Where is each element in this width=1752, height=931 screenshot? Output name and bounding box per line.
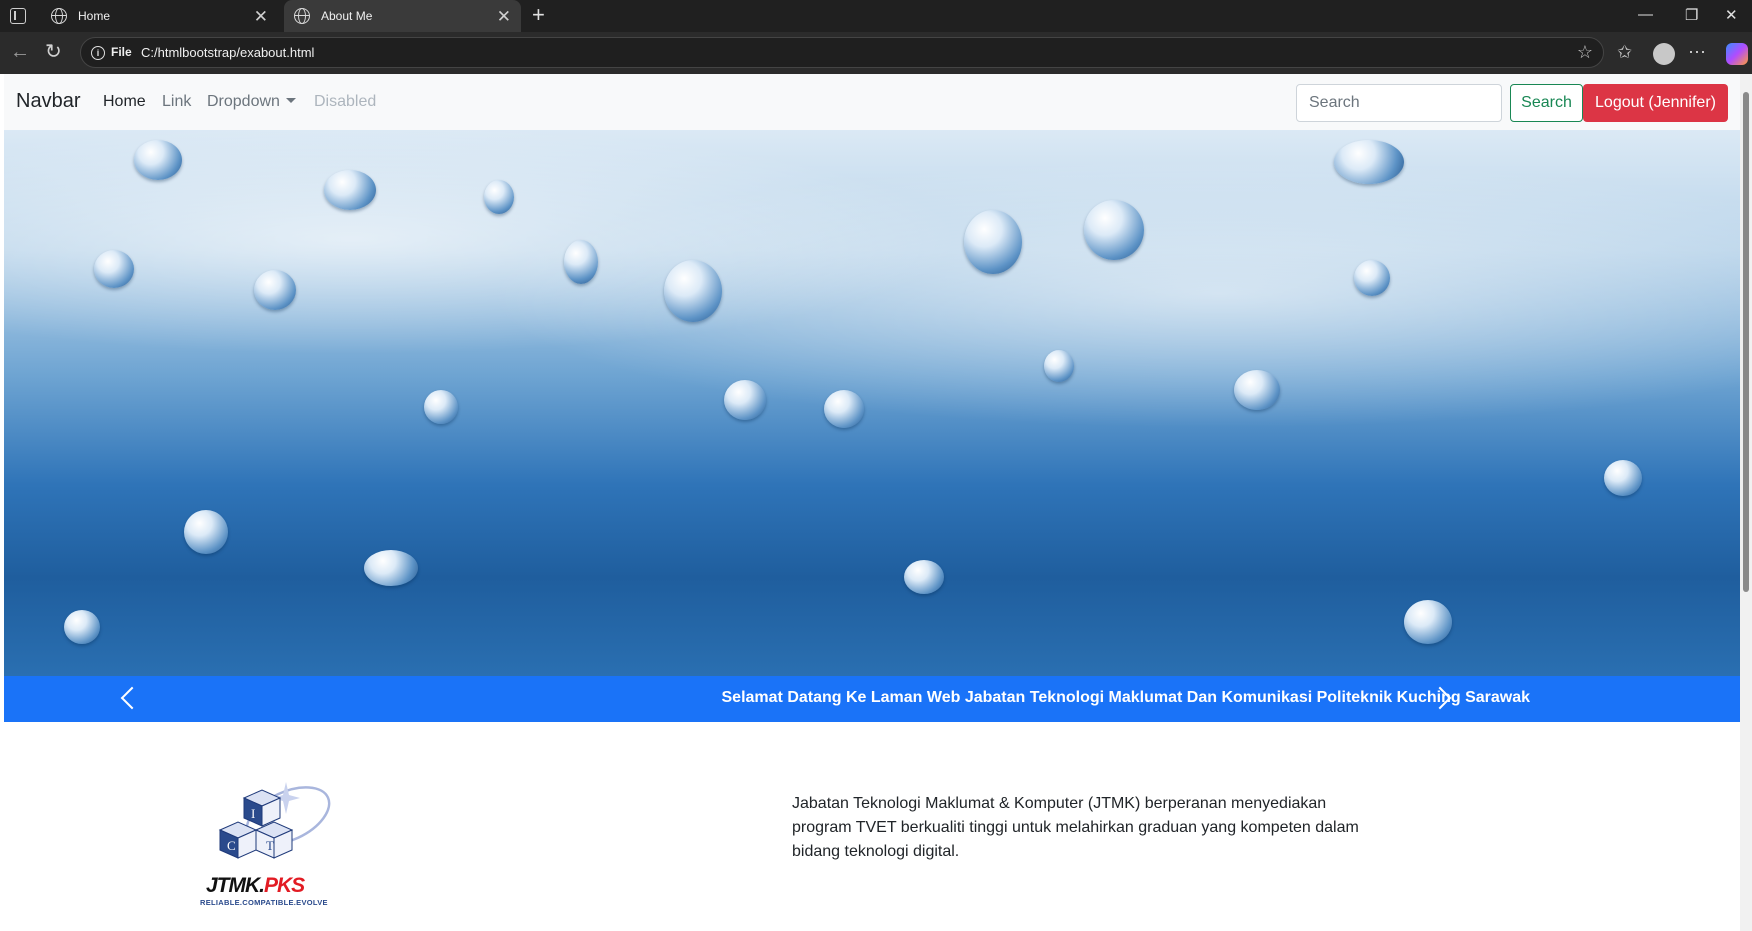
logo-letter: T — [266, 838, 274, 853]
globe-icon — [294, 8, 310, 24]
logo-letter: I — [251, 806, 255, 821]
browser-toolbar: ← ↻ i File C:/htmlbootstrap/exabout.html… — [0, 32, 1752, 74]
logo-tagline: RELIABLE.COMPATIBLE.EVOLVE — [200, 898, 328, 907]
about-description: Jabatan Teknologi Maklumat & Komputer (J… — [792, 795, 1359, 860]
window-close-icon[interactable]: ✕ — [1725, 6, 1738, 24]
logo-wordmark: JTMK.PKS — [206, 874, 305, 897]
logo-letter: C — [227, 838, 236, 853]
carousel-prev-icon[interactable] — [116, 674, 146, 724]
water-droplet — [1354, 260, 1390, 296]
carousel-next-icon[interactable] — [1430, 674, 1460, 724]
scheme-label: File — [111, 45, 132, 59]
water-droplet — [484, 180, 514, 214]
copilot-icon[interactable] — [1726, 43, 1748, 65]
jtmk-logo: I C T JTMK.PKS RELIABLE.COMPATIBLE.EVOLV… — [200, 778, 340, 908]
minimize-icon[interactable]: — — [1638, 6, 1653, 23]
navbar-brand[interactable]: Navbar — [16, 90, 80, 113]
water-droplet — [824, 390, 864, 428]
more-options-icon[interactable]: ⋯ — [1688, 42, 1706, 62]
favorites-icon[interactable]: ✩ — [1617, 42, 1632, 62]
water-droplet — [254, 270, 296, 310]
water-droplet — [64, 610, 100, 644]
tab-title: About Me — [321, 9, 373, 23]
water-droplet — [184, 510, 228, 554]
browser-tab-strip: Home ✕ About Me ✕ + — ❐ ✕ — [0, 0, 1752, 32]
water-droplet — [1334, 140, 1404, 184]
search-button[interactable]: Search — [1510, 84, 1583, 122]
page-scrollbar[interactable] — [1740, 74, 1752, 931]
nav-link-disabled: Disabled — [314, 93, 377, 110]
water-droplet — [564, 240, 598, 284]
carousel-caption: Selamat Datang Ke Laman Web Jabatan Tekn… — [721, 689, 1531, 706]
ict-cubes-icon: I C T — [218, 782, 331, 859]
scrollbar-thumb[interactable] — [1743, 92, 1749, 592]
water-droplet — [964, 210, 1022, 274]
tab-actions-menu-icon[interactable] — [10, 8, 26, 24]
caret-down-icon — [285, 98, 296, 103]
carousel-caption-band: Selamat Datang Ke Laman Web Jabatan Tekn… — [4, 676, 1740, 722]
address-bar[interactable]: i File C:/htmlbootstrap/exabout.html ☆ — [80, 37, 1604, 68]
navbar: Navbar Home Link Dropdown Disabled Searc… — [4, 74, 1740, 130]
globe-icon — [51, 8, 67, 24]
tab-home[interactable]: Home ✕ — [41, 0, 278, 32]
close-icon[interactable]: ✕ — [497, 8, 511, 25]
nav-link-link[interactable]: Link — [162, 93, 191, 111]
water-droplet — [94, 250, 134, 288]
nav-link-dropdown[interactable]: Dropdown — [207, 93, 296, 111]
water-droplet — [724, 380, 766, 420]
dropdown-label: Dropdown — [207, 93, 280, 110]
tab-title: Home — [78, 9, 111, 23]
water-droplet — [1084, 200, 1144, 260]
nav-link-home[interactable]: Home — [103, 93, 146, 111]
water-droplet — [1234, 370, 1280, 410]
water-droplet — [134, 140, 182, 180]
carousel-slide-image — [4, 130, 1740, 676]
water-droplet — [664, 260, 722, 322]
back-arrow-icon[interactable]: ← — [10, 41, 30, 63]
water-droplet — [1604, 460, 1642, 496]
url-text[interactable]: C:/htmlbootstrap/exabout.html — [141, 45, 314, 60]
profile-avatar-icon[interactable] — [1653, 43, 1675, 65]
restore-icon[interactable]: ❐ — [1685, 6, 1698, 24]
info-icon[interactable]: i — [91, 46, 105, 60]
favorite-star-icon[interactable]: ☆ — [1577, 42, 1593, 63]
search-input[interactable] — [1296, 84, 1502, 122]
close-icon[interactable]: ✕ — [254, 8, 268, 25]
reload-icon[interactable]: ↻ — [45, 41, 62, 63]
water-droplet — [904, 560, 944, 594]
water-droplet — [364, 550, 418, 586]
water-droplet — [1404, 600, 1452, 644]
water-droplet — [324, 170, 376, 210]
web-page: Navbar Home Link Dropdown Disabled Searc… — [4, 74, 1740, 931]
logout-button[interactable]: Logout (Jennifer) — [1583, 84, 1728, 122]
water-droplet — [1044, 350, 1074, 382]
water-droplet — [424, 390, 458, 424]
tab-about-me[interactable]: About Me ✕ — [284, 0, 521, 32]
new-tab-plus-icon[interactable]: + — [532, 3, 545, 27]
